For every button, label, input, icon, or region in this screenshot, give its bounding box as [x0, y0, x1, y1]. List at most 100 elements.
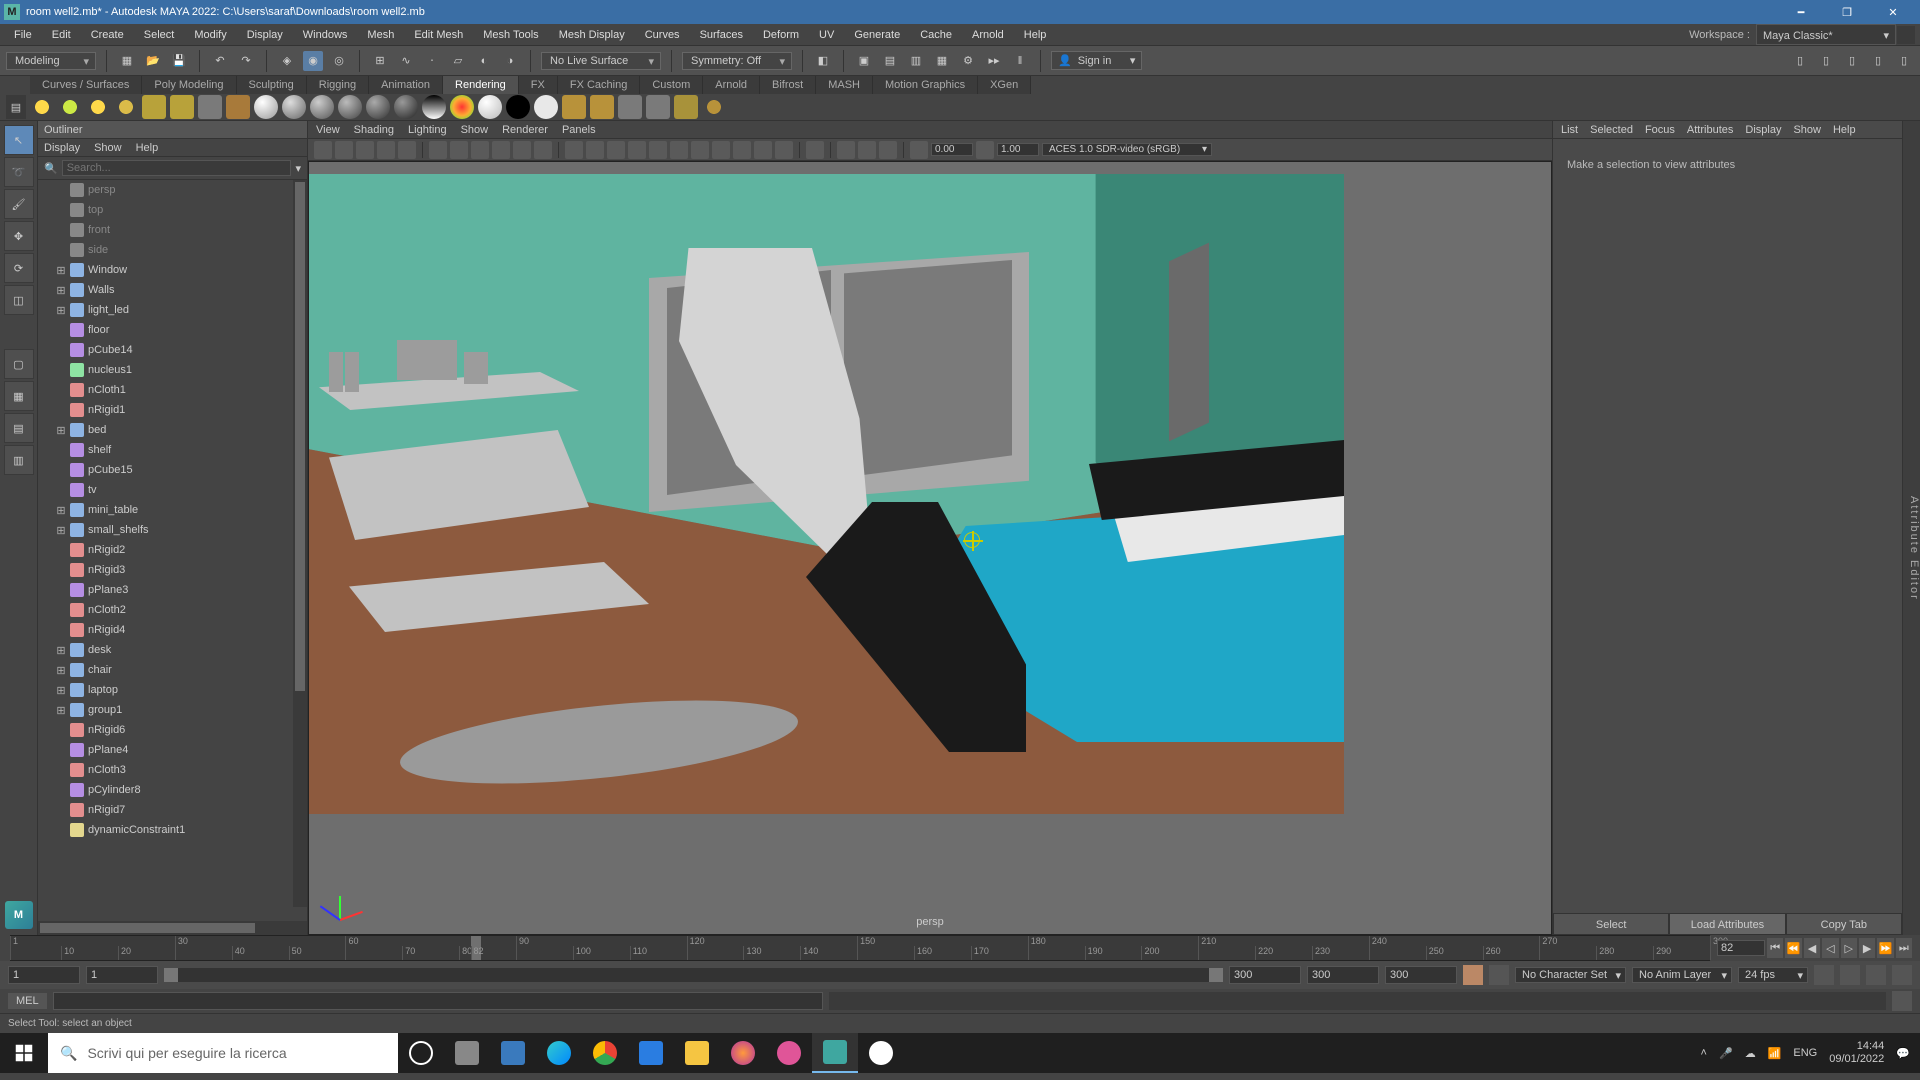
- outliner-node-pPlane3[interactable]: pPlane3: [38, 580, 293, 600]
- viewport-menu-show[interactable]: Show: [461, 121, 489, 138]
- play-back-icon[interactable]: ▸▸: [984, 51, 1004, 71]
- firefox-icon[interactable]: [720, 1033, 766, 1073]
- menu-arnold[interactable]: Arnold: [962, 24, 1014, 45]
- chrome-icon[interactable]: [582, 1033, 628, 1073]
- system-tray[interactable]: ˄ 🎤 ☁ 📶 ENG 14:44 09/01/2022 💬: [1691, 1040, 1920, 1066]
- auto-key-icon[interactable]: [1463, 965, 1483, 985]
- outliner-node-floor[interactable]: floor: [38, 320, 293, 340]
- expand-icon[interactable]: ⊞: [56, 304, 66, 317]
- select-tool[interactable]: ↖: [4, 125, 34, 155]
- shelf-tab-arnold[interactable]: Arnold: [703, 76, 760, 94]
- menu-display[interactable]: Display: [237, 24, 293, 45]
- menu-file[interactable]: File: [4, 24, 42, 45]
- snap-live-icon[interactable]: ◐: [474, 51, 494, 71]
- vp-2d-pan-icon[interactable]: [377, 141, 395, 159]
- outliner-node-pCylinder8[interactable]: pCylinder8: [38, 780, 293, 800]
- play-fwd-icon[interactable]: ▷: [1841, 938, 1857, 958]
- outliner-menu-show[interactable]: Show: [94, 139, 122, 156]
- shelf-tab-sculpting[interactable]: Sculpting: [237, 76, 307, 94]
- paint-select-tool[interactable]: 🖌: [4, 189, 34, 219]
- menu-select[interactable]: Select: [134, 24, 185, 45]
- explorer-icon[interactable]: [490, 1033, 536, 1073]
- step-back-icon[interactable]: ◀: [1804, 938, 1820, 958]
- step-fwd-key-icon[interactable]: ⏩: [1877, 938, 1893, 958]
- shelf-surface-icon[interactable]: [450, 95, 474, 119]
- vp-safe-action-icon[interactable]: [513, 141, 531, 159]
- vp-gate-mask-icon[interactable]: [492, 141, 510, 159]
- menu-edit-mesh[interactable]: Edit Mesh: [404, 24, 473, 45]
- outliner-node-nRigid6[interactable]: nRigid6: [38, 720, 293, 740]
- new-scene-icon[interactable]: ▦: [117, 51, 137, 71]
- toggle-outliner-icon[interactable]: ▯: [1790, 51, 1810, 71]
- expand-icon[interactable]: ⊞: [56, 424, 66, 437]
- outliner-node-dynamicConstraint1[interactable]: dynamicConstraint1: [38, 820, 293, 840]
- shelf-tab-rendering[interactable]: Rendering: [443, 76, 519, 94]
- vp-use-lights-icon[interactable]: [670, 141, 688, 159]
- render-globals-icon[interactable]: ⚙: [958, 51, 978, 71]
- expand-icon[interactable]: ⊞: [56, 524, 66, 537]
- command-input[interactable]: [53, 992, 823, 1010]
- snap-plane-icon[interactable]: ▱: [448, 51, 468, 71]
- vp-image-plane-icon[interactable]: [356, 141, 374, 159]
- outliner-search-input[interactable]: [62, 160, 292, 176]
- shelf-shadow-icon[interactable]: [506, 95, 530, 119]
- shelf-phongE-icon[interactable]: [338, 95, 362, 119]
- shelf-menu-icon[interactable]: ▤: [6, 95, 26, 119]
- range-end-outer2[interactable]: [1385, 966, 1457, 984]
- outliner-node-group1[interactable]: ⊞group1: [38, 700, 293, 720]
- attr-copy-button[interactable]: Copy Tab: [1786, 913, 1902, 935]
- attr-load-button[interactable]: Load Attributes: [1669, 913, 1785, 935]
- toggle-modeling-icon[interactable]: ▯: [1894, 51, 1914, 71]
- outliner-node-nucleus1[interactable]: nucleus1: [38, 360, 293, 380]
- attr-menu-help[interactable]: Help: [1833, 121, 1856, 138]
- expand-icon[interactable]: ⊞: [56, 504, 66, 517]
- shelf-render-icon[interactable]: [702, 95, 726, 119]
- expand-icon[interactable]: ⊞: [56, 644, 66, 657]
- render-seq-icon[interactable]: ▥: [906, 51, 926, 71]
- range-handle-start[interactable]: [164, 968, 178, 982]
- outliner-node-Walls[interactable]: ⊞Walls: [38, 280, 293, 300]
- outliner-vscroll[interactable]: [293, 180, 307, 907]
- pause-back-icon[interactable]: ‖: [1010, 51, 1030, 71]
- vp-film-gate-icon[interactable]: [450, 141, 468, 159]
- tray-wifi-icon[interactable]: 📶: [1768, 1047, 1782, 1060]
- snap-curve-icon[interactable]: ∿: [396, 51, 416, 71]
- shelf-tab-rigging[interactable]: Rigging: [307, 76, 369, 94]
- outliner-node-nCloth2[interactable]: nCloth2: [38, 600, 293, 620]
- attr-select-button[interactable]: Select: [1553, 913, 1669, 935]
- tray-notifications-icon[interactable]: 💬: [1896, 1047, 1910, 1060]
- viewport-canvas[interactable]: persp: [308, 161, 1552, 935]
- vp-msaa-icon[interactable]: [733, 141, 751, 159]
- shelf-3dtex-icon[interactable]: [562, 95, 586, 119]
- attr-menu-display[interactable]: Display: [1745, 121, 1781, 138]
- save-scene-icon[interactable]: 💾: [169, 51, 189, 71]
- attr-menu-list[interactable]: List: [1561, 121, 1578, 138]
- shelf-tab-animation[interactable]: Animation: [369, 76, 443, 94]
- attr-menu-selected[interactable]: Selected: [1590, 121, 1633, 138]
- menu-mesh-tools[interactable]: Mesh Tools: [473, 24, 548, 45]
- app-icon-2[interactable]: [858, 1033, 904, 1073]
- rotate-tool[interactable]: ⟳: [4, 253, 34, 283]
- layout-single-icon[interactable]: ▢: [4, 349, 34, 379]
- vp-xray-joints-icon[interactable]: [858, 141, 876, 159]
- anim-layer-selector[interactable]: No Anim Layer: [1632, 967, 1732, 983]
- shelf-lambert-icon[interactable]: [254, 95, 278, 119]
- shelf-tab-motion-graphics[interactable]: Motion Graphics: [873, 76, 978, 94]
- outliner-node-side[interactable]: side: [38, 240, 293, 260]
- viewport-menu-panels[interactable]: Panels: [562, 121, 596, 138]
- outliner-node-nRigid7[interactable]: nRigid7: [38, 800, 293, 820]
- symmetry-selector[interactable]: Symmetry: Off: [682, 52, 792, 70]
- vp-dof-icon[interactable]: [775, 141, 793, 159]
- mail-icon[interactable]: [628, 1033, 674, 1073]
- vp-grease-icon[interactable]: [398, 141, 416, 159]
- outliner-node-laptop[interactable]: ⊞laptop: [38, 680, 293, 700]
- tray-mic-icon[interactable]: 🎤: [1719, 1047, 1733, 1060]
- shelf-batch-icon[interactable]: [646, 95, 670, 119]
- cortana-icon[interactable]: [398, 1033, 444, 1073]
- menu-help[interactable]: Help: [1014, 24, 1057, 45]
- history-toggle-icon[interactable]: ◧: [813, 51, 833, 71]
- render-frame-icon[interactable]: ▣: [854, 51, 874, 71]
- attr-side-tab[interactable]: Attribute Editor: [1902, 121, 1920, 935]
- vp-res-gate-icon[interactable]: [471, 141, 489, 159]
- vp-wire-on-shade-icon[interactable]: [628, 141, 646, 159]
